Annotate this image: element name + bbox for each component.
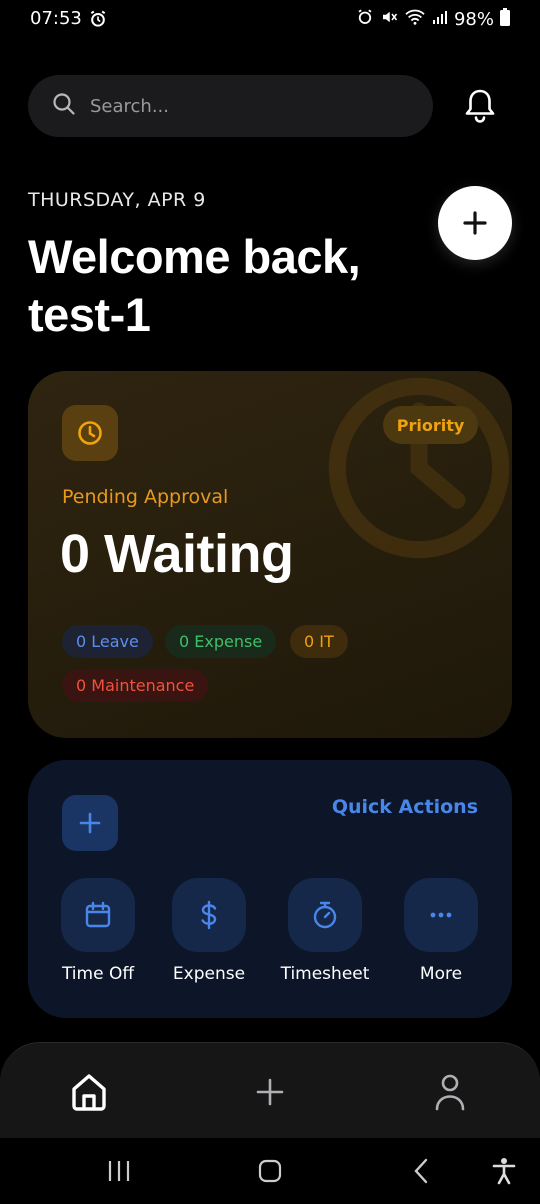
- current-date: THURSDAY, APR 9: [28, 189, 206, 211]
- signal-icon: [432, 9, 448, 30]
- search-bar[interactable]: [28, 75, 433, 137]
- clock-icon: [78, 421, 102, 445]
- quick-action-more[interactable]: More: [386, 878, 496, 984]
- quick-action-label: More: [419, 964, 463, 984]
- quick-action-timesheet[interactable]: Timesheet: [270, 878, 380, 984]
- quick-action-label: Expense: [172, 964, 246, 984]
- quick-actions-card: Quick Actions Time Off Expense Timesheet…: [28, 760, 512, 1018]
- add-fab-button[interactable]: [438, 186, 512, 260]
- accessibility-icon[interactable]: [491, 1156, 517, 1186]
- search-input[interactable]: [90, 95, 390, 117]
- plus-icon: [463, 211, 487, 235]
- quick-action-label: Time Off: [61, 964, 135, 984]
- chip-maintenance[interactable]: 0 Maintenance: [62, 669, 209, 702]
- pending-approval-label: Pending Approval: [62, 486, 229, 508]
- alarm-icon: [88, 9, 108, 33]
- waiting-count: 0 Waiting: [60, 524, 294, 584]
- pending-approval-card[interactable]: Priority Pending Approval 0 Waiting 0 Le…: [28, 371, 512, 738]
- quick-actions-add-button[interactable]: [62, 795, 118, 851]
- alarm-icon: [356, 8, 374, 31]
- status-time: 07:53: [30, 8, 82, 29]
- wifi-icon: [404, 8, 426, 31]
- welcome-username: test-1: [28, 288, 151, 341]
- home-system-icon[interactable]: [257, 1156, 283, 1186]
- back-icon[interactable]: [410, 1156, 432, 1186]
- battery-percent: 98%: [453, 9, 494, 30]
- system-nav-bar: [0, 1138, 540, 1204]
- clock-badge: [62, 405, 118, 461]
- background-clock-icon: [328, 377, 510, 559]
- time-off-button[interactable]: [61, 878, 135, 952]
- battery-icon: [500, 8, 510, 31]
- chip-expense[interactable]: 0 Expense: [165, 625, 277, 658]
- chip-it[interactable]: 0 IT: [290, 625, 348, 658]
- priority-badge: Priority: [383, 406, 478, 444]
- nav-profile[interactable]: [429, 1071, 471, 1113]
- status-bar: 07:53 98%: [0, 0, 540, 38]
- plus-icon: [256, 1078, 284, 1106]
- timesheet-button[interactable]: [288, 878, 362, 952]
- expense-button[interactable]: [172, 878, 246, 952]
- quick-action-time-off[interactable]: Time Off: [43, 878, 153, 984]
- quick-action-label: Timesheet: [280, 964, 370, 984]
- stopwatch-icon: [313, 901, 337, 929]
- recent-apps-icon[interactable]: [106, 1156, 132, 1186]
- plus-icon: [79, 812, 101, 834]
- profile-icon: [435, 1074, 465, 1111]
- nav-add[interactable]: [249, 1071, 291, 1113]
- bottom-nav: [0, 1042, 540, 1138]
- dollar-icon: [201, 900, 217, 930]
- home-icon: [72, 1074, 106, 1111]
- status-icons: 98%: [356, 8, 510, 31]
- more-icon: [430, 912, 452, 918]
- welcome-heading: Welcome back, test-1: [28, 228, 361, 344]
- calendar-icon: [85, 901, 111, 928]
- search-icon: [52, 92, 76, 120]
- notification-bell-icon[interactable]: [460, 88, 500, 124]
- welcome-line1: Welcome back,: [28, 230, 361, 283]
- chip-leave[interactable]: 0 Leave: [62, 625, 153, 658]
- more-button[interactable]: [404, 878, 478, 952]
- nav-home[interactable]: [68, 1071, 110, 1113]
- quick-action-expense[interactable]: Expense: [154, 878, 264, 984]
- mute-icon: [380, 8, 398, 31]
- quick-actions-title[interactable]: Quick Actions: [332, 796, 478, 818]
